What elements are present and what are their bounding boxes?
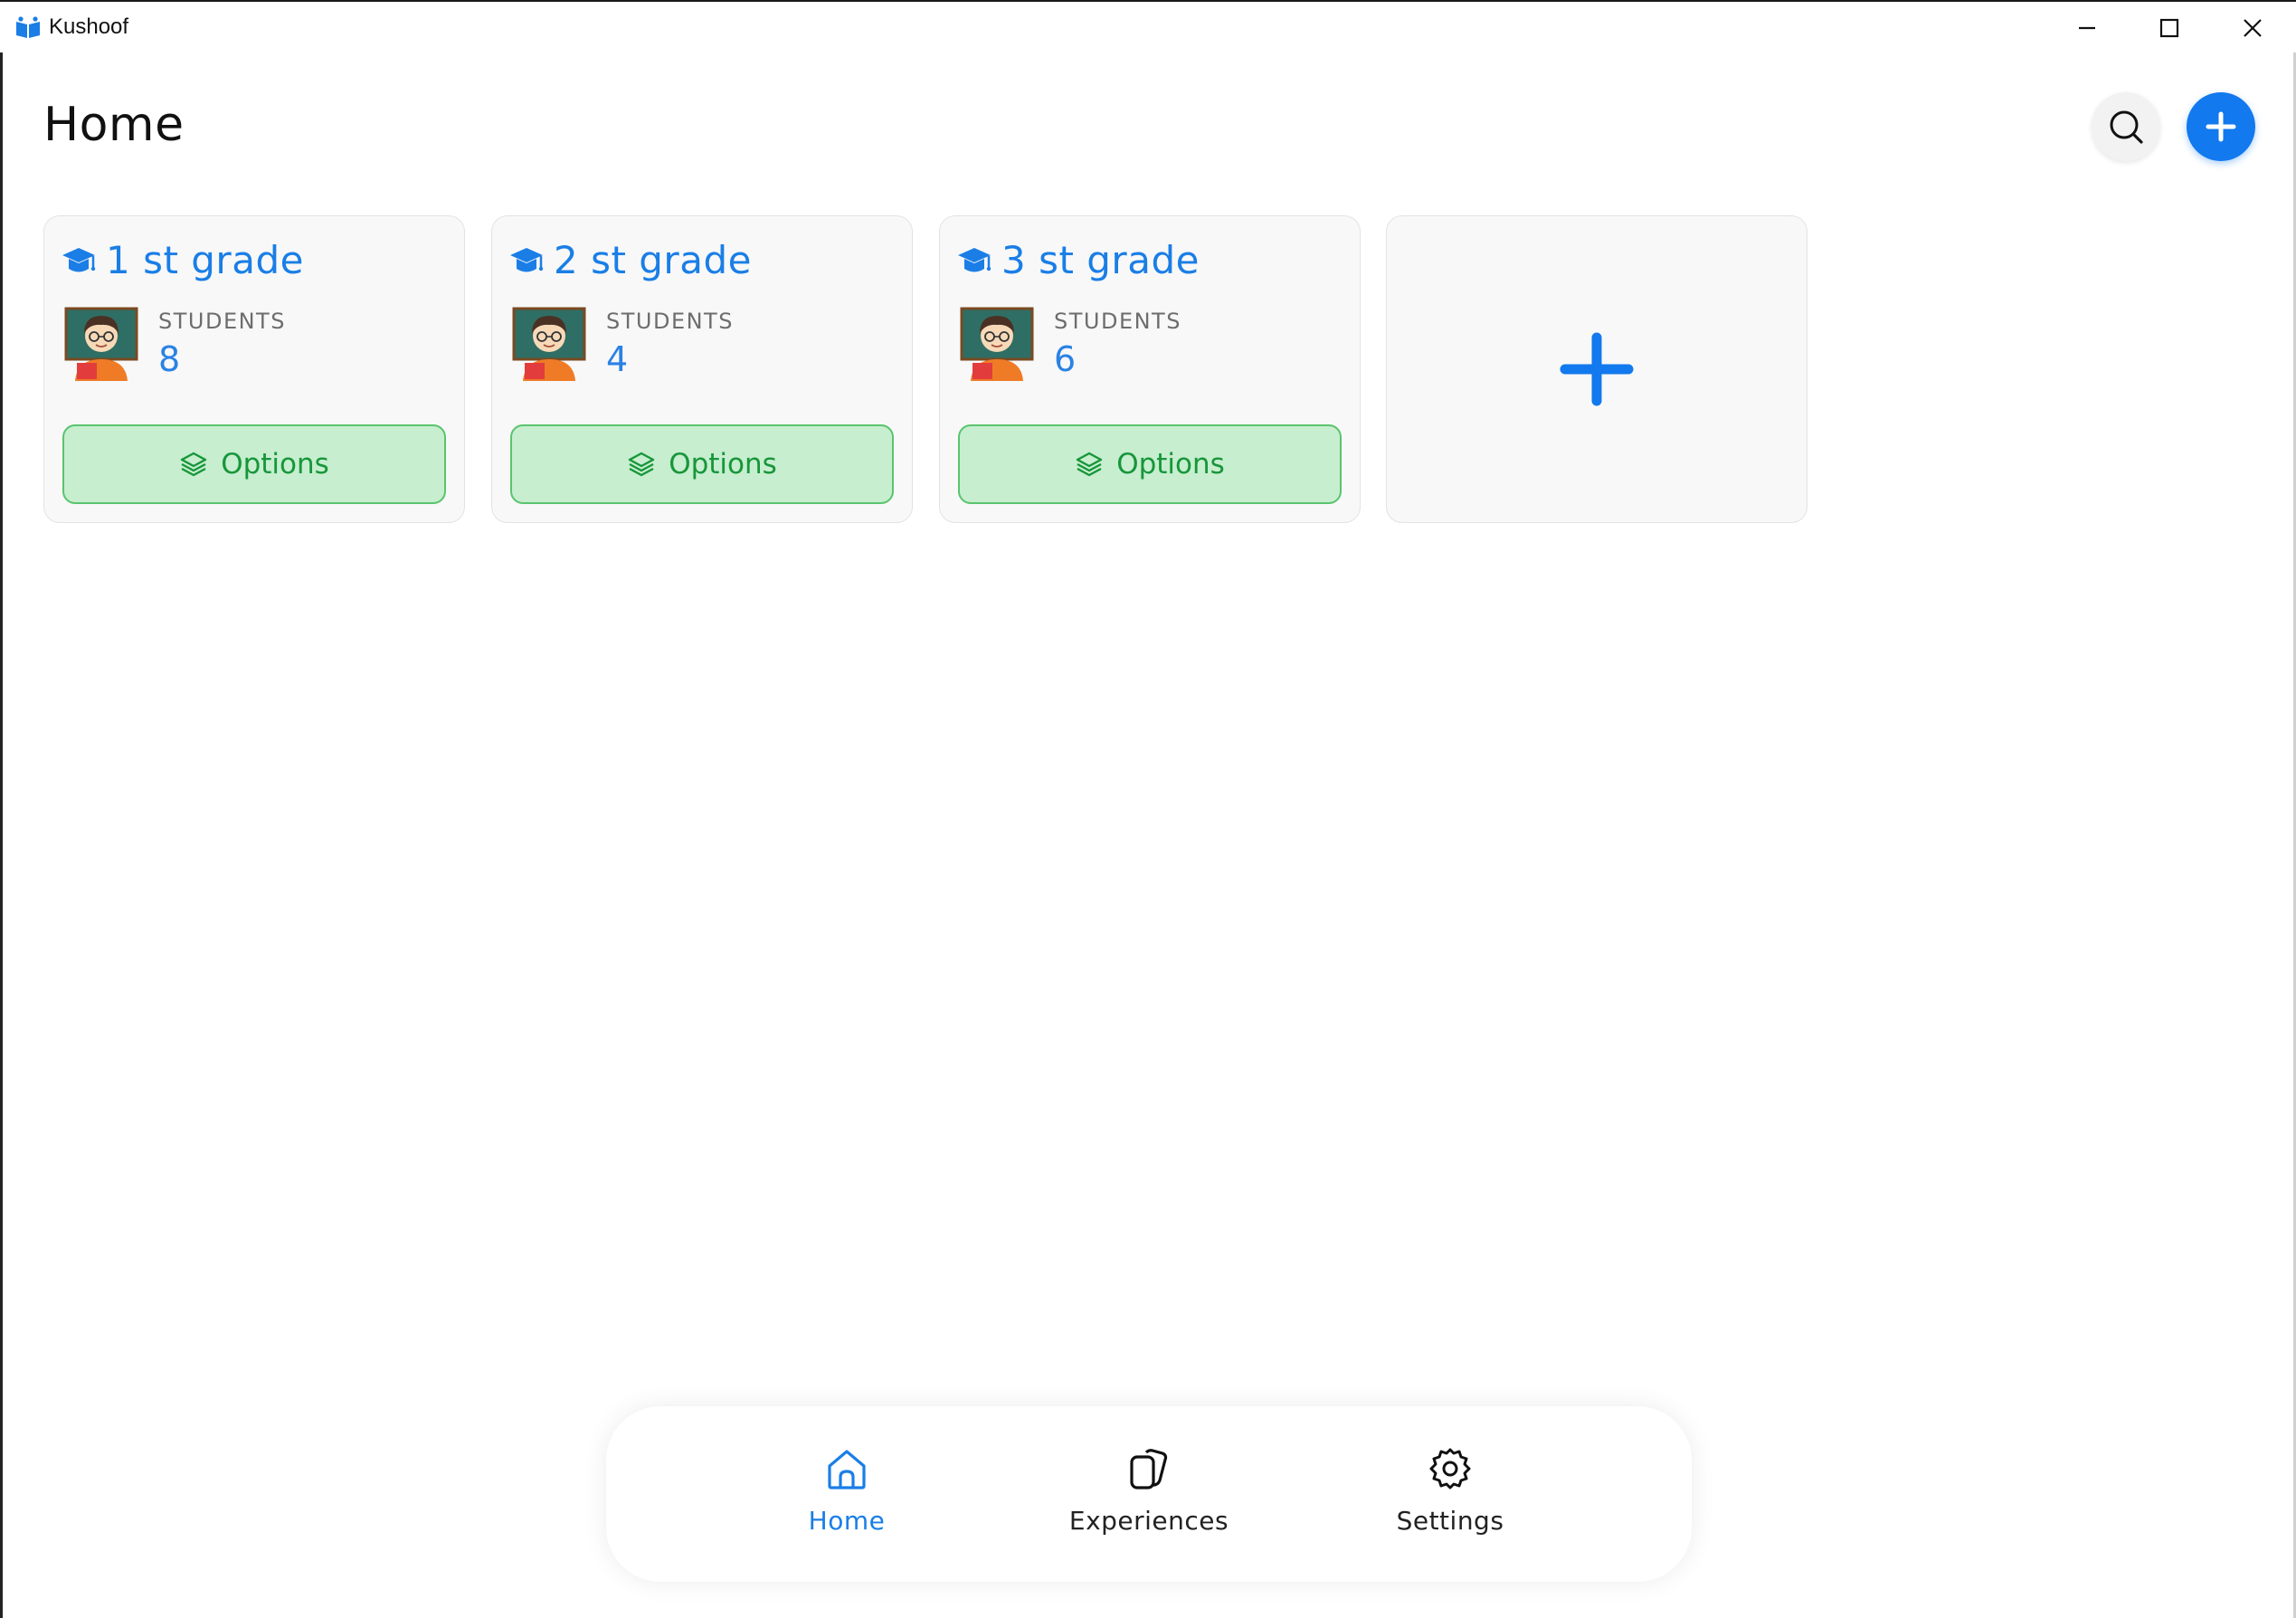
app-logo-icon bbox=[16, 16, 40, 38]
teacher-avatar-icon bbox=[512, 307, 586, 381]
layers-icon bbox=[1076, 452, 1103, 477]
plus-icon bbox=[1560, 332, 1634, 406]
nav-item-home[interactable]: Home bbox=[756, 1444, 937, 1536]
students-label: STUDENTS bbox=[158, 309, 286, 334]
grade-card[interactable]: 1 st grade STUDENTS 8 Options bbox=[43, 215, 465, 523]
grade-card-title: 2 st grade bbox=[508, 238, 752, 282]
options-label: Options bbox=[221, 448, 329, 481]
layers-icon bbox=[628, 452, 655, 477]
students-count: 8 bbox=[158, 339, 181, 379]
window-titlebar: Kushoof bbox=[0, 0, 2296, 52]
plus-icon bbox=[2206, 111, 2236, 142]
close-button[interactable] bbox=[2224, 7, 2282, 49]
home-icon bbox=[828, 1450, 866, 1490]
bottom-navigation: Home Experiences Settings bbox=[606, 1406, 1692, 1582]
students-label: STUDENTS bbox=[606, 309, 734, 334]
layers-icon bbox=[180, 452, 207, 477]
app-title: Kushoof bbox=[49, 14, 129, 39]
grade-card[interactable]: 3 st grade STUDENTS 6 Options bbox=[939, 215, 1361, 523]
nav-label: Experiences bbox=[1068, 1506, 1229, 1536]
add-grade-button[interactable] bbox=[2187, 92, 2255, 161]
gear-icon bbox=[1429, 1448, 1471, 1490]
nav-item-experiences[interactable]: Experiences bbox=[1058, 1444, 1239, 1536]
grade-card-title: 3 st grade bbox=[956, 238, 1200, 282]
teacher-avatar-icon bbox=[64, 307, 138, 381]
students-count: 4 bbox=[606, 339, 629, 379]
grade-card-title: 1 st grade bbox=[61, 238, 304, 282]
close-icon bbox=[2244, 19, 2262, 37]
options-button[interactable]: Options bbox=[62, 424, 446, 504]
minimize-button[interactable] bbox=[2058, 7, 2116, 49]
window-border-left bbox=[0, 52, 3, 1618]
maximize-button[interactable] bbox=[2140, 7, 2198, 49]
grade-card[interactable]: 2 st grade STUDENTS 4 Options bbox=[491, 215, 913, 523]
grade-title: 1 st grade bbox=[106, 238, 304, 282]
options-button[interactable]: Options bbox=[958, 424, 1342, 504]
nav-label: Settings bbox=[1396, 1506, 1504, 1536]
options-label: Options bbox=[669, 448, 777, 481]
minimize-icon bbox=[2079, 26, 2095, 30]
nav-label: Home bbox=[808, 1506, 886, 1536]
search-button[interactable] bbox=[2092, 92, 2160, 161]
search-icon bbox=[2110, 110, 2143, 144]
page-title: Home bbox=[43, 98, 185, 152]
add-grade-card[interactable] bbox=[1386, 215, 1807, 523]
cards-icon bbox=[1130, 1449, 1168, 1490]
students-count: 6 bbox=[1054, 339, 1077, 379]
graduation-cap-icon bbox=[510, 247, 544, 271]
grade-title: 2 st grade bbox=[554, 238, 752, 282]
options-label: Options bbox=[1116, 448, 1225, 481]
teacher-avatar-icon bbox=[960, 307, 1034, 381]
graduation-cap-icon bbox=[958, 247, 991, 271]
students-label: STUDENTS bbox=[1054, 309, 1181, 334]
nav-item-settings[interactable]: Settings bbox=[1360, 1444, 1541, 1536]
options-button[interactable]: Options bbox=[510, 424, 894, 504]
maximize-icon bbox=[2159, 18, 2179, 38]
grade-title: 3 st grade bbox=[1001, 238, 1200, 282]
graduation-cap-icon bbox=[62, 247, 96, 271]
